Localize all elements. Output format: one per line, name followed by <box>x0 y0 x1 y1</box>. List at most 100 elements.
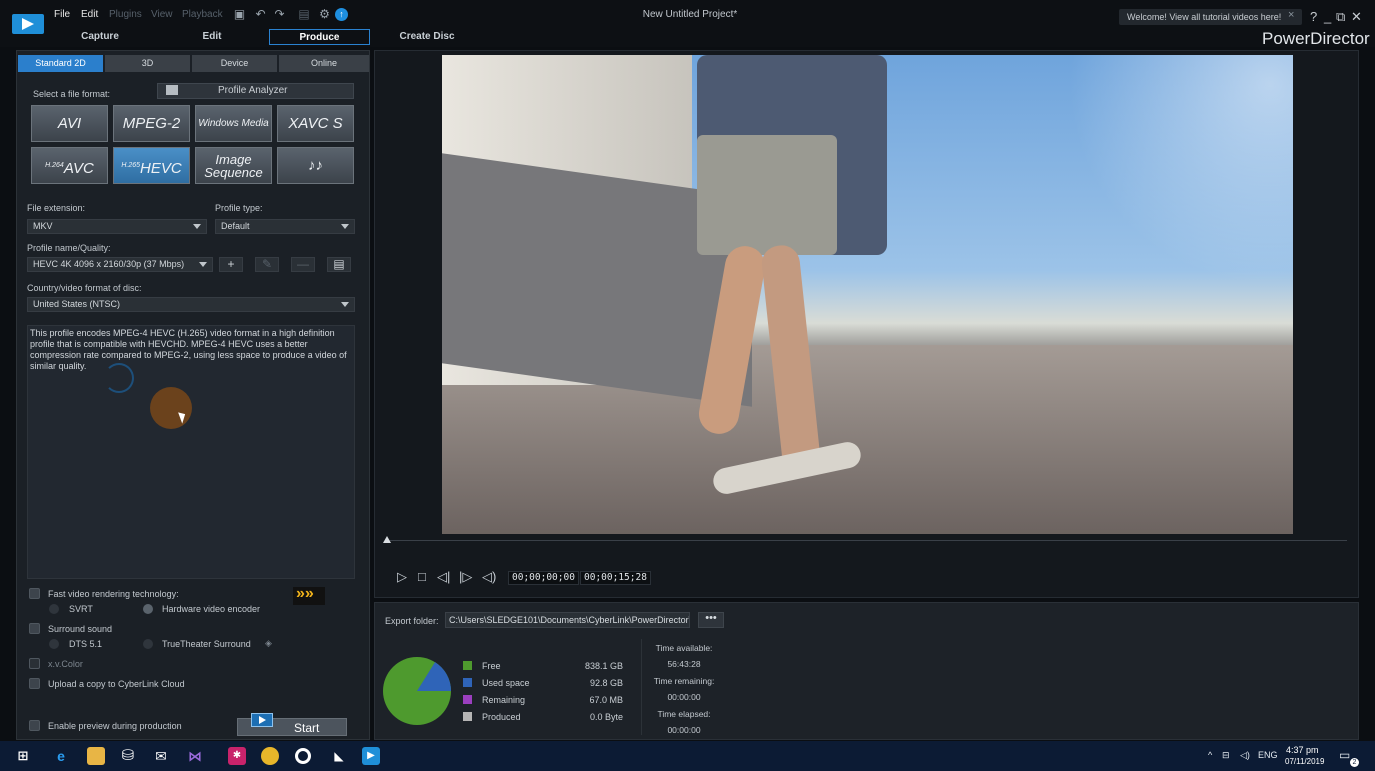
file-explorer-icon[interactable] <box>87 747 105 765</box>
tab-standard-2d[interactable]: Standard 2D <box>18 55 103 72</box>
menu-edit[interactable]: Edit <box>81 9 98 20</box>
profile-analyzer-button[interactable]: Profile Analyzer <box>157 83 354 99</box>
minimize-button[interactable]: _ <box>1324 9 1331 24</box>
menu-file[interactable]: File <box>54 9 70 20</box>
legend-free-swatch <box>463 661 472 670</box>
tab-produce[interactable]: Produce <box>269 29 370 45</box>
legend-remaining-value: 67.0 MB <box>589 695 623 705</box>
redo-icon[interactable]: ↷ <box>273 8 286 21</box>
windows-start-icon[interactable]: ⊞ <box>14 747 32 765</box>
enable-preview-checkbox[interactable] <box>29 720 40 731</box>
svrt-label: SVRT <box>69 604 93 614</box>
store-icon[interactable]: ⛁ <box>119 747 137 765</box>
next-frame-icon[interactable]: |▷ <box>459 570 472 584</box>
clock-date[interactable]: 07/11/2019 <box>1285 757 1324 766</box>
format-avi-button[interactable]: AVI <box>31 105 108 142</box>
dts-radio[interactable] <box>49 639 59 649</box>
disk-usage-pie <box>383 657 451 725</box>
profile-details-icon[interactable]: ▤ <box>327 257 351 272</box>
time-remaining-value: 00:00:00 <box>667 692 701 702</box>
window-title: New Untitled Project* <box>642 9 738 20</box>
volume-icon[interactable]: ◁) <box>482 570 496 584</box>
tab-edit[interactable]: Edit <box>172 29 252 45</box>
hw-encoder-radio[interactable] <box>143 604 153 614</box>
undo-icon[interactable]: ↶ <box>254 8 267 21</box>
update-icon[interactable]: ↑ <box>335 8 348 21</box>
current-timecode: 00;00;00;00 <box>508 571 579 585</box>
country-select[interactable]: United States (NTSC) <box>27 297 355 312</box>
select-format-label: Select a file format: <box>33 89 111 99</box>
close-welcome-icon[interactable]: × <box>1288 9 1294 21</box>
clock-time[interactable]: 4:37 pm <box>1286 745 1319 755</box>
svrt-radio[interactable] <box>49 604 59 614</box>
add-profile-button[interactable]: + <box>219 257 243 272</box>
file-extension-label: File extension: <box>27 203 86 213</box>
format-wmv-button[interactable]: Windows Media <box>195 105 272 142</box>
legend-remaining-swatch <box>463 695 472 704</box>
surround-checkbox[interactable] <box>29 623 40 634</box>
menu-playback[interactable]: Playback <box>182 9 223 20</box>
format-xavcs-button[interactable]: XAVC S <box>277 105 354 142</box>
welcome-banner[interactable]: Welcome! View all tutorial videos here! <box>1119 9 1302 25</box>
export-folder-input[interactable]: C:\Users\SLEDGE101\Documents\CyberLink\P… <box>445 612 690 628</box>
layout-icon[interactable]: ▤ <box>294 8 314 21</box>
tab-capture[interactable]: Capture <box>60 29 140 45</box>
app-icon-pink[interactable]: ✱ <box>228 747 246 765</box>
chevron-down-icon <box>193 224 201 229</box>
previous-frame-icon[interactable]: ◁| <box>437 570 450 584</box>
browse-folder-button[interactable]: ••• <box>698 612 724 628</box>
tab-online[interactable]: Online <box>279 55 369 72</box>
powerdirector-task-icon[interactable]: ▶ <box>362 747 380 765</box>
produce-play-icon <box>251 713 273 727</box>
video-preview <box>442 55 1293 534</box>
tab-device[interactable]: Device <box>192 55 277 72</box>
stop-icon[interactable]: □ <box>418 570 426 584</box>
edge-icon[interactable]: e <box>52 747 70 765</box>
tray-chevron-icon[interactable]: ^ <box>1208 750 1212 760</box>
help-button[interactable]: ? <box>1310 9 1317 24</box>
settings-gear-icon[interactable]: ⚙ <box>318 8 331 21</box>
menu-view[interactable]: View <box>151 9 173 20</box>
format-image-sequence-button[interactable]: Image Sequence <box>195 147 272 184</box>
format-avc-button[interactable]: H.264AVC <box>31 147 108 184</box>
record-icon[interactable] <box>295 748 311 764</box>
truetheater-radio[interactable] <box>143 639 153 649</box>
remove-profile-button[interactable]: — <box>291 257 315 272</box>
tab-3d[interactable]: 3D <box>105 55 190 72</box>
edit-profile-icon[interactable]: ✎ <box>255 257 279 272</box>
tab-create-disc[interactable]: Create Disc <box>384 29 470 45</box>
timeline-scrubber[interactable] <box>385 540 1347 541</box>
pc-icon[interactable]: ◣ <box>330 747 348 765</box>
volume-tray-icon[interactable]: ◁) <box>1240 750 1250 761</box>
menu-plugins[interactable]: Plugins <box>109 9 142 20</box>
play-icon[interactable]: ▷ <box>397 570 407 584</box>
format-mpeg2-button[interactable]: MPEG-2 <box>113 105 190 142</box>
legend-used-label: Used space <box>482 678 530 688</box>
upload-cloud-checkbox[interactable] <box>29 678 40 689</box>
save-icon[interactable]: ▣ <box>233 8 246 21</box>
visual-studio-icon[interactable]: ⋈ <box>186 747 204 765</box>
language-indicator[interactable]: ENG <box>1258 750 1278 760</box>
time-elapsed-value: 00:00:00 <box>667 725 701 735</box>
file-extension-select[interactable]: MKV <box>27 219 207 234</box>
avc-label: AVC <box>63 160 94 177</box>
notification-icon[interactable]: ▭ <box>1339 748 1350 762</box>
close-button[interactable]: ✕ <box>1351 9 1362 25</box>
fast-render-label: Fast video rendering technology: <box>48 589 179 599</box>
profile-type-select[interactable]: Default <box>215 219 355 234</box>
network-icon[interactable]: ⊟ <box>1222 750 1230 761</box>
mail-icon[interactable]: ✉ <box>152 747 170 765</box>
truetheater-settings-icon[interactable]: ◈ <box>265 638 272 649</box>
time-remaining-label: Time remaining: <box>653 676 715 686</box>
format-hevc-button[interactable]: H.265HEVC <box>113 147 190 184</box>
playhead-handle[interactable] <box>383 536 391 543</box>
legend-used-value: 92.8 GB <box>589 678 623 688</box>
restore-button[interactable]: ⧉ <box>1336 9 1345 25</box>
profile-name-select[interactable]: HEVC 4K 4096 x 2160/30p (37 Mbps) <box>27 257 213 272</box>
profile-name-label: Profile name/Quality: <box>27 243 111 253</box>
chrome-icon[interactable] <box>261 747 279 765</box>
start-button[interactable]: Start <box>237 713 347 736</box>
format-audio-button[interactable]: ♪♪ <box>277 147 354 184</box>
xvcolor-checkbox[interactable] <box>29 658 40 669</box>
fast-render-checkbox[interactable] <box>29 588 40 599</box>
